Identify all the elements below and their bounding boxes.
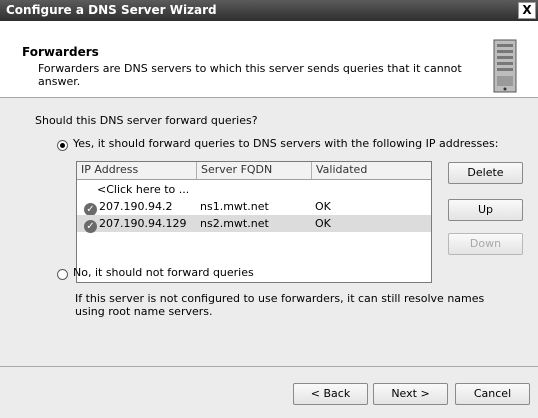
page-description: Forwarders are DNS servers to which this… <box>38 62 462 88</box>
row-validated: OK <box>315 200 331 213</box>
forward-yes-radio[interactable] <box>57 140 68 151</box>
column-ip-address[interactable]: IP Address <box>77 162 197 179</box>
row-ip: 207.190.94.2 <box>99 200 173 213</box>
wizard-header: Forwarders Forwarders are DNS servers to… <box>0 21 538 98</box>
window-title: Configure a DNS Server Wizard <box>6 3 217 17</box>
add-entry-row[interactable]: <Click here to ... <box>77 181 431 198</box>
forward-no-label[interactable]: No, it should not forward queries <box>73 266 254 279</box>
forward-yes-label[interactable]: Yes, it should forward queries to DNS se… <box>73 137 498 150</box>
cancel-button[interactable]: Cancel <box>455 383 530 405</box>
forward-no-radio[interactable] <box>57 269 68 280</box>
title-bar[interactable]: Configure a DNS Server Wizard X <box>0 0 538 21</box>
wizard-footer: < Back Next > Cancel <box>0 366 538 418</box>
check-icon: ✓ <box>84 220 97 233</box>
wizard-window: Configure a DNS Server Wizard X Forwarde… <box>0 0 538 418</box>
column-server-fqdn[interactable]: Server FQDN <box>197 162 312 179</box>
forward-question: Should this DNS server forward queries? <box>35 114 258 127</box>
row-fqdn: ns1.mwt.net <box>200 200 269 213</box>
add-entry-placeholder[interactable]: <Click here to ... <box>97 181 189 198</box>
row-fqdn: ns2.mwt.net <box>200 217 269 230</box>
table-row[interactable]: ✓ 207.190.94.129 ns2.mwt.net OK <box>77 215 431 233</box>
row-ip: 207.190.94.129 <box>99 217 187 230</box>
list-header: IP Address Server FQDN Validated <box>77 162 431 180</box>
next-button[interactable]: Next > <box>373 383 448 405</box>
server-icon <box>493 39 517 93</box>
column-validated[interactable]: Validated <box>312 162 430 179</box>
row-validated: OK <box>315 217 331 230</box>
no-forward-note: If this server is not configured to use … <box>75 292 485 318</box>
down-button[interactable]: Down <box>448 233 523 255</box>
table-row[interactable]: ✓ 207.190.94.2 ns1.mwt.net OK <box>77 198 431 216</box>
back-button[interactable]: < Back <box>293 383 368 405</box>
close-button[interactable]: X <box>518 2 536 19</box>
wizard-content: Should this DNS server forward queries? … <box>0 98 538 366</box>
forwarders-list[interactable]: IP Address Server FQDN Validated <Click … <box>76 161 432 283</box>
page-title: Forwarders <box>22 45 99 59</box>
delete-button[interactable]: Delete <box>448 162 523 184</box>
up-button[interactable]: Up <box>448 199 523 221</box>
